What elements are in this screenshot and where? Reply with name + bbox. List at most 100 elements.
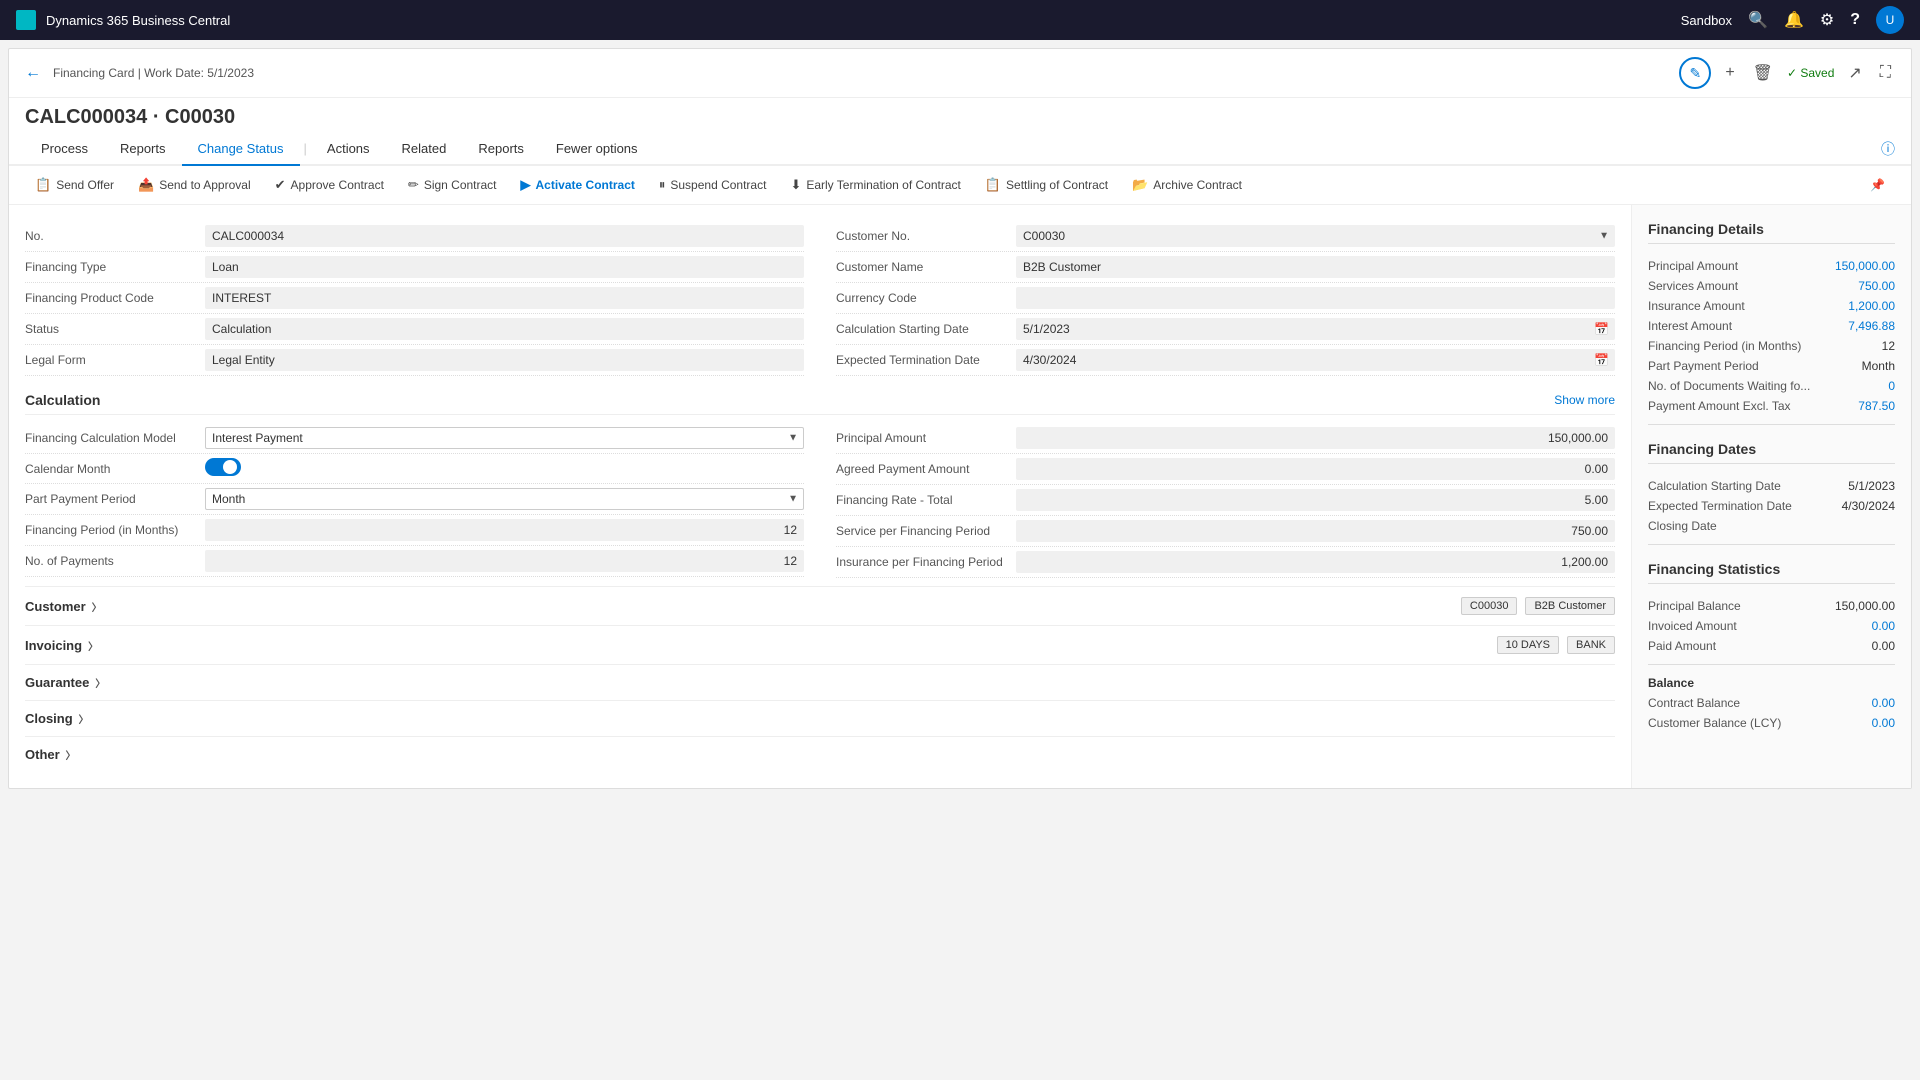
calc-start-input[interactable] [1016,318,1615,340]
other-section[interactable]: Other 〉 [25,736,1615,772]
financing-type-input[interactable] [205,256,804,278]
expected-term-calendar-icon[interactable]: 📅 [1594,353,1609,367]
invoicing-section[interactable]: Invoicing 〉 10 DAYS BANK [25,625,1615,664]
topbar-right: Sandbox 🔍 🔔 ⚙ ? U [1681,6,1904,34]
activate-contract-button[interactable]: ▶ Activate Contract [511,172,645,198]
calc-right-col: Principal Amount Agreed Payment Amount F… [836,423,1615,578]
financing-period-input[interactable] [205,519,804,541]
panel-paid-label: Paid Amount [1648,639,1716,653]
customer-no-wrap: ▼ [1016,225,1615,247]
no-payments-input[interactable] [205,550,804,572]
insurance-per-period-wrap [1016,551,1615,573]
send-to-approval-button[interactable]: 📤 Send to Approval [128,172,261,198]
panel-interest-amount: Interest Amount 7,496.88 [1648,316,1895,336]
activate-icon: ▶ [521,177,531,193]
tab-related[interactable]: Related [386,133,463,166]
suspend-icon: ⏸ [659,177,666,193]
customer-section[interactable]: Customer 〉 C00030 B2B Customer [25,586,1615,625]
customer-name-input[interactable] [1016,256,1615,278]
add-button[interactable]: + [1721,60,1738,86]
sandbox-label: Sandbox [1681,13,1732,28]
part-payment-select[interactable]: Month Quarter Year [205,488,804,510]
sign-contract-button[interactable]: ✏ Sign Contract [398,172,507,198]
panel-closing-label: Closing Date [1648,519,1717,533]
financing-dates-title: Financing Dates [1648,441,1895,464]
expected-term-input[interactable] [1016,349,1615,371]
service-per-period-input[interactable] [1016,520,1615,542]
tab-reports-2[interactable]: Reports [462,133,540,166]
sign-icon: ✏ [408,177,419,193]
tab-fewer-options[interactable]: Fewer options [540,133,654,166]
expand-button[interactable]: ⛶ [1876,60,1895,86]
panel-divider-1 [1648,424,1895,425]
user-avatar[interactable]: U [1876,6,1904,34]
tab-process[interactable]: Process [25,133,104,166]
agreed-payment-row: Agreed Payment Amount [836,454,1615,485]
agreed-payment-input[interactable] [1016,458,1615,480]
open-new-window-button[interactable]: ↗ [1844,59,1865,87]
no-field-row: No. [25,221,804,252]
info-icon[interactable]: ⓘ [1881,139,1895,159]
panel-services-amount: Services Amount 750.00 [1648,276,1895,296]
early-termination-button[interactable]: ⬇ Early Termination of Contract [780,172,970,198]
currency-code-input[interactable] [1016,287,1615,309]
part-payment-label: Part Payment Period [25,492,205,506]
other-section-title: Other 〉 [25,747,76,762]
archive-button[interactable]: 📂 Archive Contract [1122,172,1252,198]
customer-badge-1: C00030 [1461,597,1518,615]
settling-button[interactable]: 📋 Settling of Contract [975,172,1118,198]
financing-rate-row: Financing Rate - Total [836,485,1615,516]
panel-financing-period: Financing Period (in Months) 12 [1648,336,1895,356]
guarantee-section[interactable]: Guarantee 〉 [25,664,1615,700]
principal-amount-input[interactable] [1016,427,1615,449]
customer-name-row: Customer Name [836,252,1615,283]
customer-section-title: Customer 〉 [25,599,102,614]
panel-divider-3 [1648,664,1895,665]
closing-section[interactable]: Closing 〉 [25,700,1615,736]
customer-name-wrap [1016,256,1615,278]
help-button[interactable]: ? [1850,11,1860,29]
back-button[interactable]: ← [25,64,41,82]
tab-change-status[interactable]: Change Status [182,133,300,166]
approve-contract-button[interactable]: ✔ Approve Contract [265,172,394,198]
settings-button[interactable]: ⚙ [1820,10,1834,30]
panel-services-value: 750.00 [1858,279,1895,293]
suspend-contract-button[interactable]: ⏸ Suspend Contract [649,172,777,198]
financing-period-row: Financing Period (in Months) [25,515,804,546]
calendar-month-wrap [205,458,804,479]
customer-no-input[interactable] [1016,225,1615,247]
part-payment-row: Part Payment Period Month Quarter Year ▼ [25,484,804,515]
invoicing-badge-2: BANK [1567,636,1615,654]
edit-button[interactable]: ✎ [1679,57,1711,89]
send-offer-button[interactable]: 📋 Send Offer [25,172,124,198]
panel-paid-amount: Paid Amount 0.00 [1648,636,1895,656]
financing-details-title: Financing Details [1648,221,1895,244]
panel-interest-value: 7,496.88 [1848,319,1895,333]
tab-reports-1[interactable]: Reports [104,133,182,166]
header-actions: ✎ + 🗑 ✓ Saved ↗ ⛶ [1679,57,1895,89]
panel-balance-heading: Balance [1648,673,1895,693]
no-input[interactable] [205,225,804,247]
panel-expected-term: Expected Termination Date 4/30/2024 [1648,496,1895,516]
guarantee-chevron-icon: 〉 [95,675,105,690]
tab-actions[interactable]: Actions [311,133,386,166]
topbar-left: Dynamics 365 Business Central [16,10,230,30]
show-more-button[interactable]: Show more [1554,393,1615,407]
settling-icon: 📋 [985,177,1001,193]
calendar-month-toggle[interactable] [205,458,241,476]
calc-start-calendar-icon[interactable]: 📅 [1594,322,1609,336]
calc-model-select[interactable]: Interest Payment Annuity Linear [205,427,804,449]
financing-rate-input[interactable] [1016,489,1615,511]
no-value-wrap [205,225,804,247]
search-button[interactable]: 🔍 [1748,10,1768,30]
service-per-period-row: Service per Financing Period [836,516,1615,547]
insurance-per-period-input[interactable] [1016,551,1615,573]
notification-button[interactable]: 🔔 [1784,10,1804,30]
product-code-input[interactable] [205,287,804,309]
no-payments-wrap [205,550,804,572]
legal-form-input[interactable] [205,349,804,371]
panel-calc-start: Calculation Starting Date 5/1/2023 [1648,476,1895,496]
delete-button[interactable]: 🗑 [1749,59,1777,87]
toolbar-pin-button[interactable]: 📌 [1860,173,1895,197]
status-input[interactable] [205,318,804,340]
